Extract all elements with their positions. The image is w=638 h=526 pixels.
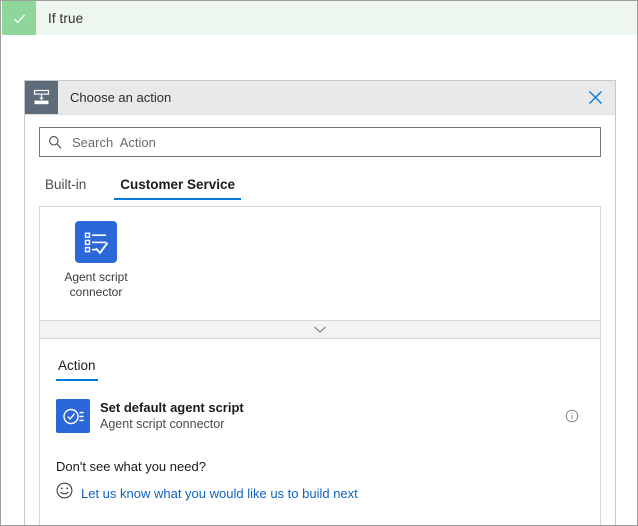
tab-customer-service[interactable]: Customer Service [114,177,241,200]
list-item[interactable]: Set default agent script Agent script co… [56,395,584,437]
action-subtitle: Agent script connector [100,416,560,433]
results-panel: Action [39,339,601,526]
choose-an-action-dialog: Choose an action [24,80,616,526]
footer-link-row: Let us know what you would like us to bu… [56,482,584,504]
feedback-link[interactable]: Let us know what you would like us to bu… [81,486,358,501]
close-icon [588,90,603,105]
connector-tile-agent-script[interactable]: Agent script connector [48,217,144,300]
dialog-header: Choose an action [25,81,615,115]
dialog-title: Choose an action [58,81,575,114]
chevron-down-icon [313,325,327,334]
footer-question: Don't see what you need? [56,459,584,474]
insert-action-icon [25,81,58,114]
dialog-body: Built-in Customer Service [25,127,615,526]
close-button[interactable] [575,81,615,114]
search-row [39,127,601,157]
action-list: Set default agent script Agent script co… [56,395,584,437]
smiley-icon [56,482,73,504]
flow-designer-canvas: If true Choose an action [0,0,638,526]
action-title: Set default agent script [100,399,560,416]
search-icon [48,135,62,149]
info-button[interactable] [560,409,584,423]
tab-built-in[interactable]: Built-in [39,177,92,200]
results-tabs: Action [56,347,584,381]
action-row-text: Set default agent script Agent script co… [100,399,560,433]
collapse-connectors-button[interactable] [39,321,601,339]
footer: Don't see what you need? Let us know wha… [56,459,584,504]
search-input[interactable] [70,134,592,151]
checklist-icon [75,221,117,263]
info-icon [565,409,579,423]
if-true-branch-header[interactable]: If true [2,1,638,35]
check-circle-list-icon [56,399,90,433]
search-box[interactable] [39,127,601,157]
tab-action[interactable]: Action [56,358,98,381]
connector-category-tabs: Built-in Customer Service [39,169,601,200]
connector-tile-label: Agent script connector [48,270,144,300]
if-true-label: If true [36,1,83,35]
check-icon [2,1,36,35]
connector-grid: Agent script connector [39,206,601,321]
